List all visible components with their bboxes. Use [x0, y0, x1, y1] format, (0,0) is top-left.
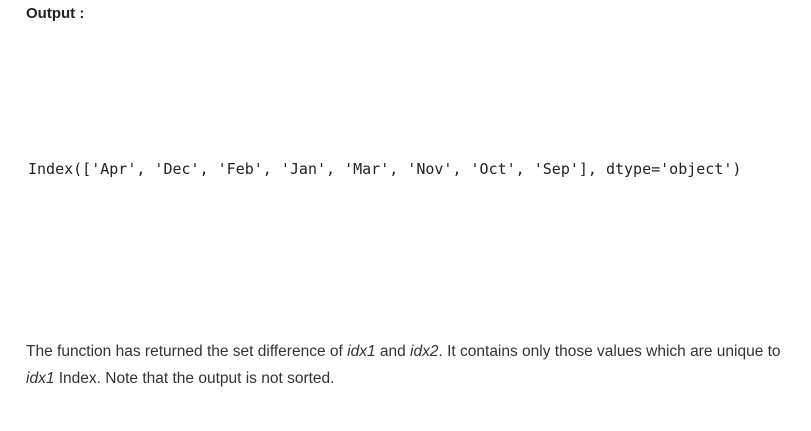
description-text: Index. Note that the output is not sorte…	[54, 370, 335, 387]
description-text: . It contains only those values which ar…	[438, 343, 781, 360]
variable-name: idx2	[410, 343, 439, 360]
code-output: Index(['Apr', 'Dec', 'Feb', 'Jan', 'Mar'…	[28, 160, 742, 178]
variable-name: idx1	[347, 343, 376, 360]
description-text: The function has returned the set differ…	[26, 343, 348, 360]
output-heading: Output :	[26, 5, 85, 22]
description-text: and	[375, 343, 411, 360]
variable-name: idx1	[26, 370, 55, 387]
description-paragraph: The function has returned the set differ…	[26, 338, 796, 392]
